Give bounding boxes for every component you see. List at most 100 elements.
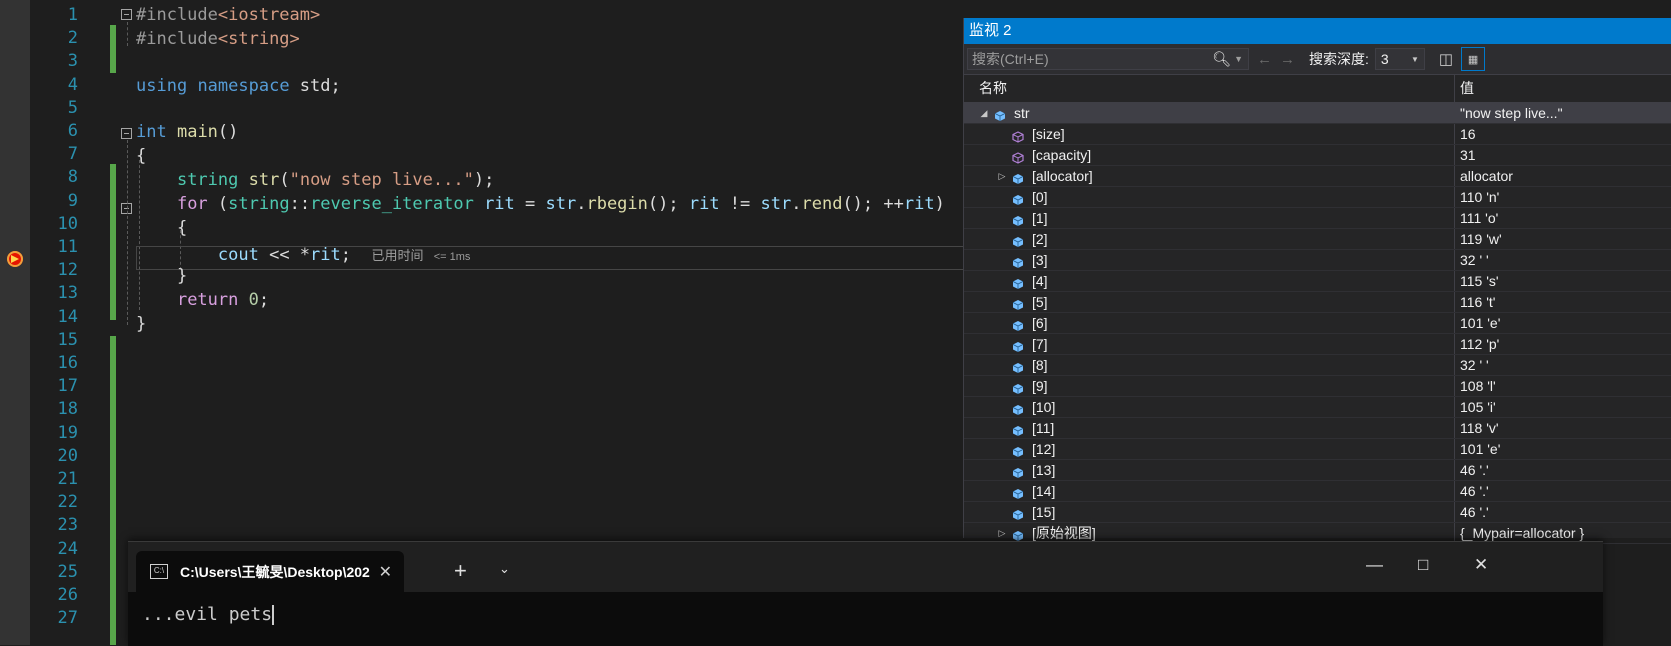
search-input[interactable]: 搜索(Ctrl+E) 🔍︎ ▼ — [967, 48, 1249, 70]
code-line-2[interactable]: #include<string> — [136, 27, 300, 51]
watch-row-name-text: [12] — [1032, 441, 1056, 457]
back-arrow-icon[interactable]: ← — [1257, 51, 1272, 68]
watch-row-value[interactable]: 32 ' ' — [1455, 355, 1489, 375]
fold-toggle-icon[interactable] — [121, 9, 132, 20]
code-line-1[interactable]: #include<iostream> — [136, 3, 320, 27]
watch-row-value[interactable]: 108 'l' — [1455, 376, 1496, 396]
watch-row-value[interactable]: 32 ' ' — [1455, 250, 1489, 270]
terminal-window[interactable]: C:\ C:\Users\王毓旻\Desktop\202 ✕ + ⌄ — □ ✕… — [128, 541, 1603, 646]
line-number: 6 — [67, 121, 78, 141]
watch-row-value[interactable]: 101 'e' — [1455, 313, 1500, 333]
watch-row[interactable]: [4] 115 's' — [964, 271, 1671, 292]
watch-row[interactable]: [11] 118 'v' — [964, 418, 1671, 439]
forward-arrow-icon[interactable]: → — [1280, 51, 1295, 68]
filter-pin-icon[interactable]: ◫ — [1439, 50, 1453, 68]
new-tab-icon[interactable]: + — [454, 558, 467, 584]
code-line-13[interactable]: return 0; — [136, 288, 269, 312]
watch-row-value[interactable]: 46 '.' — [1455, 481, 1489, 501]
watch-row[interactable]: [15] 46 '.' — [964, 502, 1671, 523]
terminal-output[interactable]: ...evil pets — [128, 592, 1603, 625]
watch-row[interactable]: [7] 112 'p' — [964, 334, 1671, 355]
watch-row[interactable]: [14] 46 '.' — [964, 481, 1671, 502]
watch-row-value[interactable]: 46 '.' — [1455, 502, 1489, 522]
watch-row-value[interactable]: {_Mypair=allocator } — [1455, 523, 1584, 543]
watch-row[interactable]: [capacity] 31 — [964, 145, 1671, 166]
brace: } — [176, 266, 188, 286]
watch-row[interactable]: ◢ str "now step live..." — [964, 103, 1671, 124]
watch-row[interactable]: [9] 108 'l' — [964, 376, 1671, 397]
breakpoint-margin[interactable] — [0, 0, 30, 645]
watch-row-value[interactable]: "now step live..." — [1455, 103, 1563, 123]
chevron-down-icon[interactable]: ▼ — [1234, 54, 1243, 64]
watch-row[interactable]: [0] 110 'n' — [964, 187, 1671, 208]
close-window-icon[interactable]: ✕ — [1474, 555, 1488, 575]
watch-row-value[interactable]: 16 — [1455, 124, 1476, 144]
watch-title[interactable]: 监视 2 — [964, 18, 1671, 44]
watch-row-value[interactable]: allocator — [1455, 166, 1513, 186]
column-header-name[interactable]: 名称 — [964, 75, 1455, 102]
watch-row-value[interactable]: 115 's' — [1455, 271, 1499, 291]
code-text: . — [791, 194, 802, 214]
watch-row[interactable]: [12] 101 'e' — [964, 439, 1671, 460]
watch-row-name: [10] — [964, 397, 1455, 417]
watch-row[interactable]: [2] 119 'w' — [964, 229, 1671, 250]
search-depth-select[interactable]: 3 ▼ — [1374, 48, 1425, 70]
watch-row[interactable]: [3] 32 ' ' — [964, 250, 1671, 271]
code-line-9[interactable]: for (string::reverse_iterator rit = str.… — [136, 192, 945, 216]
watch-window[interactable]: 监视 2 搜索(Ctrl+E) 🔍︎ ▼ ← → 搜索深度: 3 ▼ ◫ ▦ 名… — [963, 18, 1671, 544]
preprocessor: #include — [136, 29, 218, 49]
watch-row[interactable]: [10] 105 'i' — [964, 397, 1671, 418]
terminal-tab[interactable]: C:\ C:\Users\王毓旻\Desktop\202 ✕ — [136, 551, 404, 592]
watch-row-value[interactable]: 112 'p' — [1455, 334, 1499, 354]
watch-row-value[interactable]: 116 't' — [1455, 292, 1495, 312]
variable-name: cout — [217, 245, 259, 265]
line-number: 23 — [57, 515, 78, 536]
watch-row-value[interactable]: 105 'i' — [1455, 397, 1496, 417]
variable-icon — [1012, 212, 1024, 226]
function-name: main — [176, 122, 218, 142]
watch-row-value[interactable]: 110 'n' — [1455, 187, 1499, 207]
code-line-12[interactable]: } — [136, 264, 187, 288]
variable-name: rit — [310, 245, 341, 265]
watch-row-value[interactable]: 118 'v' — [1455, 418, 1499, 438]
watch-row-value[interactable]: 31 — [1455, 145, 1476, 165]
close-tab-icon[interactable]: ✕ — [379, 562, 392, 582]
variable-icon — [1012, 338, 1024, 352]
code-line-14[interactable]: } — [136, 312, 146, 336]
maximize-icon[interactable]: □ — [1418, 555, 1428, 575]
search-icon[interactable]: 🔍︎ — [1212, 50, 1231, 68]
watch-row[interactable]: [8] 32 ' ' — [964, 355, 1671, 376]
watch-row[interactable]: [size] 16 — [964, 124, 1671, 145]
expand-arrow-icon[interactable]: ▷ — [997, 166, 1007, 186]
collapse-arrow-icon[interactable]: ◢ — [979, 103, 989, 123]
code-line-6[interactable]: int main() — [136, 120, 238, 144]
watch-row-value[interactable]: 119 'w' — [1455, 229, 1502, 249]
watch-row-value[interactable]: 46 '.' — [1455, 460, 1489, 480]
watch-row[interactable]: ▷ [allocator] allocator — [964, 166, 1671, 187]
code-line-10[interactable]: { — [136, 216, 187, 240]
hex-display-toggle-icon[interactable]: ▦ — [1461, 47, 1486, 71]
expand-arrow-icon[interactable]: ▷ — [997, 523, 1007, 543]
watch-row-value[interactable]: 111 'o' — [1455, 208, 1498, 228]
watch-row-name-text: [9] — [1032, 378, 1048, 394]
watch-row[interactable]: [13] 46 '.' — [964, 460, 1671, 481]
minimize-icon[interactable]: — — [1366, 555, 1383, 575]
code-line-8[interactable]: string str("now step live..."); — [136, 168, 494, 192]
change-marker — [110, 164, 116, 320]
fold-toggle-icon[interactable] — [121, 128, 132, 139]
chevron-down-icon[interactable]: ⌄ — [499, 561, 510, 577]
code-line-7[interactable]: { — [136, 144, 146, 168]
code-line-4[interactable]: using namespace std; — [136, 74, 341, 98]
watch-row[interactable]: [1] 111 'o' — [964, 208, 1671, 229]
watch-row-value[interactable]: 101 'e' — [1455, 439, 1500, 459]
column-header-value[interactable]: 值 — [1455, 75, 1474, 102]
line-number: 13 — [57, 283, 78, 304]
code-text: = — [514, 194, 546, 214]
line-number: 8 — [67, 167, 78, 188]
watch-row[interactable]: [6] 101 'e' — [964, 313, 1671, 334]
watch-row[interactable]: [5] 116 't' — [964, 292, 1671, 313]
watch-row-name: [8] — [964, 355, 1455, 375]
type-name: reverse_iterator — [310, 194, 474, 214]
variable-icon — [1012, 296, 1024, 310]
function-name: rend — [801, 194, 843, 214]
